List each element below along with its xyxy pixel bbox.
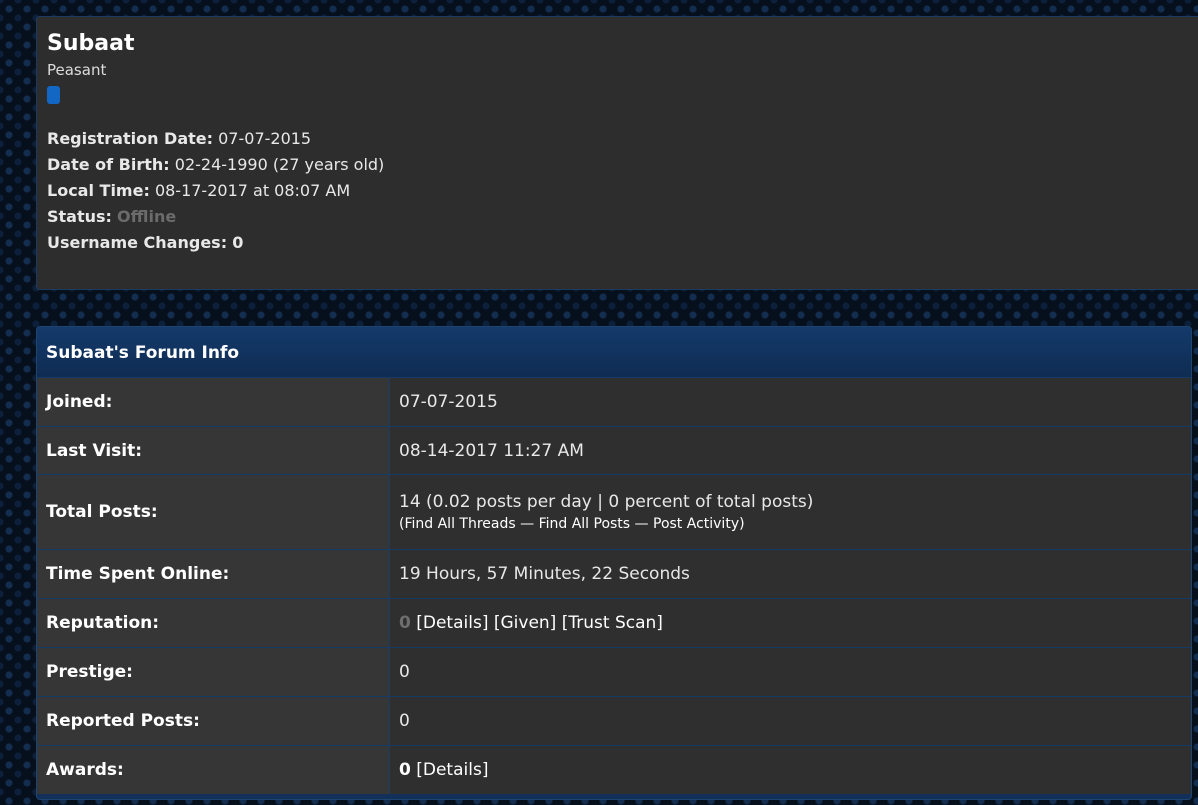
awards-label: Awards: [37, 746, 390, 794]
date-of-birth-label: Date of Birth: [47, 155, 170, 174]
reputation-label: Reputation: [37, 599, 390, 647]
forum-info-title: Subaat's Forum Info [37, 327, 1191, 377]
reputation-details-link[interactable]: [Details] [416, 613, 488, 633]
link-separator: — [630, 516, 653, 532]
local-time-line: Local Time: 08-17-2017 at 08:07 AM [47, 178, 1198, 204]
table-row-joined: Joined: 07-07-2015 [37, 377, 1191, 426]
last-visit-value: 08-14-2017 11:27 AM [390, 427, 1191, 474]
username-changes-label: Username Changes: [47, 233, 228, 252]
awards-details-link[interactable]: [Details] [416, 760, 488, 780]
registration-date-value: 07-07-2015 [218, 129, 312, 148]
reputation-line: 0 [Details] [Given] [Trust Scan] [399, 613, 1191, 633]
find-all-threads-link[interactable]: Find All Threads [404, 516, 515, 532]
profile-username: Subaat [47, 31, 135, 56]
profile-panel: Subaat Peasant Registration Date: 07-07-… [36, 16, 1198, 290]
local-time-label: Local Time: [47, 181, 150, 200]
table-row-time-online: Time Spent Online: 19 Hours, 57 Minutes,… [37, 549, 1191, 598]
date-of-birth-line: Date of Birth: 02-24-1990 (27 years old) [47, 152, 1198, 178]
table-row-prestige: Prestige: 0 [37, 647, 1191, 696]
prestige-value: 0 [390, 648, 1191, 696]
table-row-reputation: Reputation: 0 [Details] [Given] [Trust S… [37, 598, 1191, 647]
awards-line: 0 [Details] [399, 760, 1191, 780]
table-row-awards: Awards: 0 [Details] [37, 745, 1191, 794]
prestige-label: Prestige: [37, 648, 390, 696]
username-changes-line: Username Changes: 0 [47, 230, 1198, 256]
trust-scan-link[interactable]: [Trust Scan] [562, 613, 663, 633]
reported-posts-value: 0 [390, 697, 1191, 745]
link-separator: — [515, 516, 539, 532]
joined-value: 07-07-2015 [390, 378, 1191, 426]
last-visit-label: Last Visit: [37, 427, 390, 474]
status-value: Offline [117, 207, 177, 226]
date-of-birth-value: 02-24-1990 (27 years old) [174, 155, 385, 174]
profile-user-title: Peasant [47, 61, 107, 79]
total-posts-cell: 14 (0.02 posts per day | 0 percent of to… [390, 475, 1191, 549]
post-links: (Find All Threads — Find All Posts — Pos… [399, 516, 1191, 532]
username-changes-value: 0 [232, 233, 244, 252]
total-posts-value: 14 (0.02 posts per day | 0 percent of to… [399, 492, 814, 512]
forum-info-table: Subaat's Forum Info Joined: 07-07-2015 L… [36, 326, 1192, 800]
reputation-score: 0 [399, 613, 411, 633]
rank-badge-icon [47, 86, 60, 104]
time-online-label: Time Spent Online: [37, 550, 390, 598]
registration-date-label: Registration Date: [47, 129, 214, 148]
table-row-reported-posts: Reported Posts: 0 [37, 696, 1191, 745]
reported-posts-label: Reported Posts: [37, 697, 390, 745]
reputation-cell: 0 [Details] [Given] [Trust Scan] [390, 599, 1191, 647]
find-all-posts-link[interactable]: Find All Posts [539, 516, 631, 532]
registration-date-line: Registration Date: 07-07-2015 [47, 126, 1198, 152]
joined-label: Joined: [37, 378, 390, 426]
table-row-total-posts: Total Posts: 14 (0.02 posts per day | 0 … [37, 474, 1191, 549]
status-label: Status: [47, 207, 112, 226]
time-online-value: 19 Hours, 57 Minutes, 22 Seconds [390, 550, 1191, 598]
awards-count: 0 [399, 760, 411, 780]
close-paren: ) [739, 516, 745, 532]
table-row-last-visit: Last Visit: 08-14-2017 11:27 AM [37, 426, 1191, 474]
reputation-given-link[interactable]: [Given] [494, 613, 556, 633]
post-activity-link[interactable]: Post Activity [653, 516, 739, 532]
awards-cell: 0 [Details] [390, 746, 1191, 794]
total-posts-label: Total Posts: [37, 475, 390, 549]
status-line: Status: Offline [47, 204, 1198, 230]
local-time-value: 08-17-2017 at 08:07 AM [154, 181, 351, 200]
